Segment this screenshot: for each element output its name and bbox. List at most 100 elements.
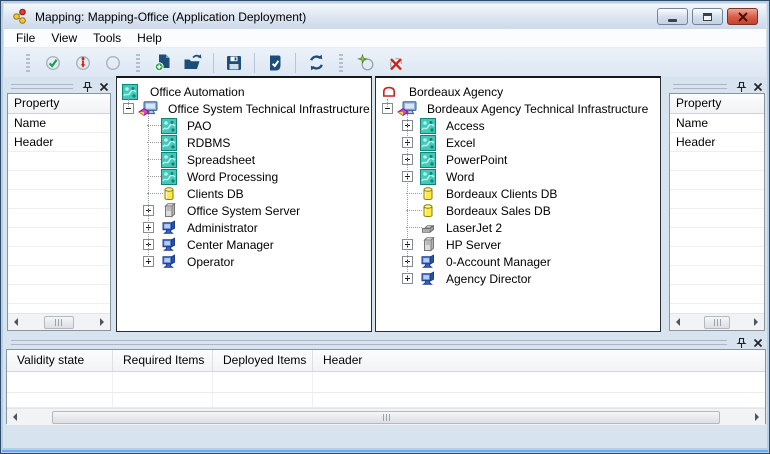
table-row[interactable] [7, 372, 765, 393]
property-column-header[interactable]: Property [670, 94, 764, 114]
minimize-icon [668, 19, 677, 22]
column-header-deployed-items[interactable]: Deployed Items [213, 350, 313, 371]
arrow-right-icon [754, 318, 758, 326]
scroll-thumb[interactable] [52, 411, 720, 424]
tree-item[interactable]: Administrator [117, 219, 371, 236]
menu-item-tools[interactable]: Tools [85, 29, 129, 47]
left-panel-pin-button[interactable] [80, 81, 94, 93]
right-panel-pin-button[interactable] [734, 81, 748, 93]
scrollbar-track[interactable] [686, 314, 748, 330]
property-row[interactable]: Header [670, 133, 764, 152]
tree-item[interactable]: Center Manager [117, 236, 371, 253]
h-scrollbar[interactable] [8, 313, 110, 330]
minimize-button[interactable] [657, 8, 688, 25]
scroll-thumb[interactable] [704, 316, 730, 329]
open-button[interactable] [180, 50, 206, 76]
tree-item[interactable]: Word [376, 168, 660, 185]
new-link-button[interactable] [353, 50, 379, 76]
tree-item-label: Spreadsheet [187, 153, 255, 167]
property-row[interactable]: Name [670, 114, 764, 133]
tree-item[interactable]: PAO [117, 117, 371, 134]
menu-item-file[interactable]: File [8, 29, 43, 47]
table-row[interactable] [7, 393, 765, 408]
table-cell [7, 393, 113, 407]
h-scrollbar[interactable] [7, 408, 765, 425]
tree-item[interactable]: Bordeaux Agency [376, 83, 660, 100]
grip-lines [11, 84, 73, 90]
left-panel-grip[interactable] [7, 81, 111, 93]
menu-item-help[interactable]: Help [129, 29, 170, 47]
scroll-left-button[interactable] [7, 409, 23, 425]
scroll-thumb[interactable] [44, 316, 73, 329]
tree-item[interactable]: Agency Director [376, 270, 660, 287]
property-column-header[interactable]: Property [8, 94, 110, 114]
tree-item[interactable]: RDBMS [117, 134, 371, 151]
open-icon [183, 53, 203, 72]
tree-bordeaux-agency: Bordeaux AgencyBordeaux Agency Technical… [375, 76, 661, 332]
tree-item[interactable]: Office System Technical Infrastructure [117, 100, 371, 117]
property-row[interactable]: Name [8, 114, 110, 133]
tree-item[interactable]: Office Automation [117, 83, 371, 100]
scroll-right-button[interactable] [748, 314, 764, 330]
bottom-panel-pin-button[interactable] [734, 337, 748, 349]
menu-bar: FileViewToolsHelp [4, 29, 766, 48]
table-cell [213, 393, 313, 407]
refresh-icon [307, 53, 326, 72]
tree-item[interactable]: 0-Account Manager [376, 253, 660, 270]
new-mapping-button[interactable] [150, 50, 176, 76]
scroll-right-button[interactable] [749, 409, 765, 425]
tree-item[interactable]: Excel [376, 134, 660, 151]
property-row[interactable]: Header [8, 133, 110, 152]
menu-item-view[interactable]: View [43, 29, 85, 47]
close-icon [737, 12, 749, 22]
scroll-left-button[interactable] [8, 314, 24, 330]
circle-error-button[interactable] [70, 50, 96, 76]
tree-item[interactable]: Spreadsheet [117, 151, 371, 168]
save-icon [225, 54, 243, 72]
table-cell [113, 393, 213, 407]
tree-item[interactable]: Bordeaux Sales DB [376, 202, 660, 219]
tree-item[interactable]: Office System Server [117, 202, 371, 219]
grip-lines [673, 84, 727, 90]
tree-item[interactable]: Bordeaux Agency Technical Infrastructure [376, 100, 660, 117]
tree-item[interactable]: LaserJet 2 [376, 219, 660, 236]
circle-check-button[interactable] [40, 50, 66, 76]
column-header-validity-state[interactable]: Validity state [7, 350, 113, 371]
bottom-panel-close-button[interactable] [751, 337, 765, 349]
workstation-icon [161, 254, 177, 270]
tree-item[interactable]: Word Processing [117, 168, 371, 185]
refresh-button[interactable] [303, 50, 329, 76]
scrollbar-track[interactable] [24, 314, 94, 330]
scrollbar-track[interactable] [23, 409, 749, 425]
right-panel-grip[interactable] [669, 81, 765, 93]
tree-item[interactable]: PowerPoint [376, 151, 660, 168]
right-panel-close-button[interactable] [751, 81, 765, 93]
column-header-required-items[interactable]: Required Items [113, 350, 213, 371]
app-icon [12, 8, 29, 25]
validate-button[interactable] [262, 50, 288, 76]
bottom-panel-grip[interactable] [7, 337, 765, 349]
save-button[interactable] [221, 50, 247, 76]
property-empty-rows [670, 152, 764, 313]
tree-item[interactable]: HP Server [376, 236, 660, 253]
scroll-left-button[interactable] [670, 314, 686, 330]
tree-item[interactable]: Clients DB [117, 185, 371, 202]
workstation-icon [420, 271, 436, 287]
left-panel-close-button[interactable] [97, 81, 111, 93]
table-cell [313, 393, 765, 407]
tree-item-label: 0-Account Manager [446, 255, 551, 269]
scroll-right-button[interactable] [94, 314, 110, 330]
tree-item[interactable]: Access [376, 117, 660, 134]
tree-office-automation: Office AutomationOffice System Technical… [116, 76, 372, 332]
circle-empty-button[interactable] [100, 50, 126, 76]
delete-link-button[interactable] [383, 50, 409, 76]
h-scrollbar[interactable] [670, 313, 764, 330]
column-header-header[interactable]: Header [313, 350, 765, 371]
tree-item[interactable]: Bordeaux Clients DB [376, 185, 660, 202]
close-button[interactable] [727, 8, 758, 25]
tree-guide-line [387, 99, 388, 107]
workstation-icon [161, 220, 177, 236]
right-property-panel: PropertyNameHeader [669, 93, 765, 331]
maximize-button[interactable] [692, 8, 723, 25]
tree-item[interactable]: Operator [117, 253, 371, 270]
